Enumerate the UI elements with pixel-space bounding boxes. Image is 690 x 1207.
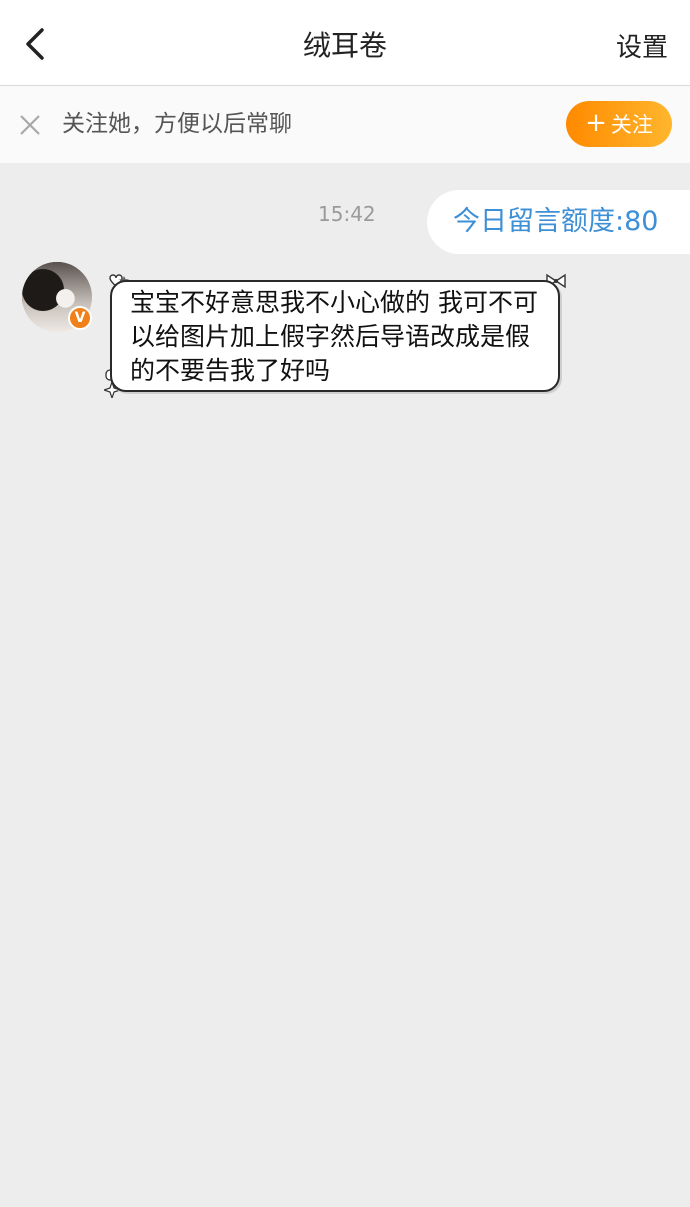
plus-icon: + <box>585 108 607 138</box>
top-navigation-bar: 绒耳卷 设置 <box>0 0 690 86</box>
follow-prompt-bar: 关注她，方便以后常聊 + 关注 <box>0 86 690 163</box>
page-title: 绒耳卷 <box>302 29 387 62</box>
settings-button[interactable]: 设置 <box>616 28 668 68</box>
message-text: 宝宝不好意思我不小心做的 我可不可以给图片加上假字然后导语改成是假的不要告我了好… <box>130 288 538 385</box>
follow-button[interactable]: + 关注 <box>566 101 672 147</box>
follow-button-label: 关注 <box>610 113 653 137</box>
close-icon[interactable] <box>18 113 42 137</box>
follow-prompt-text: 关注她，方便以后常聊 <box>62 111 292 137</box>
message-timestamp: 15:42 <box>318 202 376 226</box>
message-bubble-body: 宝宝不好意思我不小心做的 我可不可以给图片加上假字然后导语改成是假的不要告我了好… <box>110 280 560 392</box>
avatar[interactable]: V <box>22 262 92 332</box>
message-bubble[interactable]: 宝宝不好意思我不小心做的 我可不可以给图片加上假字然后导语改成是假的不要告我了好… <box>104 272 566 400</box>
message-quota-badge: 今日留言额度:80 <box>427 190 690 254</box>
verified-badge: V <box>68 306 92 330</box>
